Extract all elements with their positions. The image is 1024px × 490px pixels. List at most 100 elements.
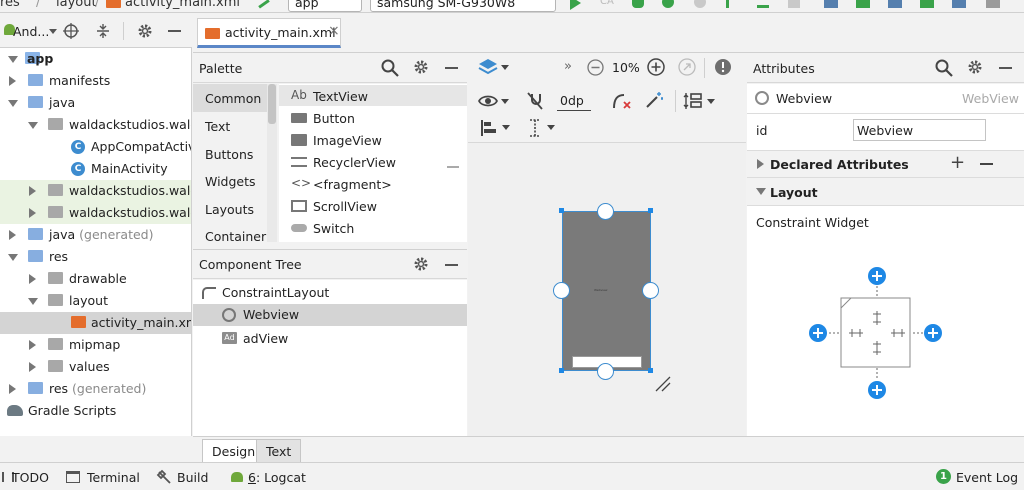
chevron-right-icon[interactable] xyxy=(29,274,36,284)
default-margin-field[interactable]: 0dp xyxy=(557,91,591,111)
palette-category-widgets[interactable]: Widgets xyxy=(205,174,256,189)
constraint-anchor-left[interactable] xyxy=(553,282,570,299)
magic-wand-icon[interactable] xyxy=(645,91,665,109)
layers-icon[interactable] xyxy=(478,58,498,76)
tree-item-package[interactable]: waldackstudios.waldac xyxy=(0,114,191,136)
add-constraint-left-icon[interactable] xyxy=(809,324,827,342)
attach-debugger-icon[interactable] xyxy=(694,0,706,8)
search-icon[interactable] xyxy=(381,59,399,77)
tab-text[interactable]: Text xyxy=(256,439,302,463)
tree-item-package-androidtest[interactable]: waldackstudios.waldac xyxy=(0,202,191,224)
chevron-down-icon[interactable] xyxy=(501,65,509,70)
tree-item-app[interactable]: app xyxy=(0,48,191,70)
hide-panel-icon[interactable] xyxy=(168,30,181,32)
constraint-anchor-top[interactable] xyxy=(597,203,614,220)
chevron-down-icon[interactable] xyxy=(547,125,555,130)
constraint-anchor-bottom[interactable] xyxy=(597,363,614,380)
chevron-down-icon[interactable] xyxy=(8,100,18,107)
hide-panel-icon[interactable] xyxy=(445,67,458,69)
download-icon[interactable] xyxy=(952,0,966,8)
gear-icon[interactable] xyxy=(413,59,429,75)
editor-tab-activity-main[interactable]: activity_main.xml × xyxy=(197,18,341,48)
chevron-right-icon[interactable] xyxy=(757,159,764,169)
build-button[interactable]: Build xyxy=(177,470,208,485)
device-preview[interactable]: Webview xyxy=(562,211,651,371)
terminal-button[interactable]: Terminal xyxy=(87,470,140,485)
chevron-right-icon[interactable] xyxy=(29,362,36,372)
declared-attributes-section[interactable]: Declared Attributes + xyxy=(747,151,1024,177)
tree-item-package-test[interactable]: waldackstudios.waldac xyxy=(0,180,191,202)
layout-section[interactable]: Layout xyxy=(747,178,1024,205)
tree-item-gradle-scripts[interactable]: Gradle Scripts xyxy=(0,400,191,422)
android-icon[interactable] xyxy=(920,0,934,8)
breadcrumb-res[interactable]: res xyxy=(0,0,20,10)
chevron-down-icon[interactable] xyxy=(756,188,766,195)
chevron-down-icon[interactable] xyxy=(8,254,18,261)
profile-icon[interactable] xyxy=(662,0,674,8)
clear-constraints-icon[interactable] xyxy=(612,92,632,110)
autoconnect-off-icon[interactable] xyxy=(526,91,544,111)
palette-categories-scrollbar[interactable] xyxy=(268,84,276,124)
more-chevron-icon[interactable]: » xyxy=(564,59,572,74)
constraint-widget[interactable] xyxy=(807,264,947,399)
tree-item-mainactivity[interactable]: C MainActivity xyxy=(0,158,191,180)
tree-item-res[interactable]: res xyxy=(0,246,191,268)
stop-icon[interactable] xyxy=(788,0,800,8)
add-constraint-bottom-icon[interactable] xyxy=(868,381,886,399)
palette-category-common[interactable]: Common xyxy=(205,91,261,106)
align-icon[interactable] xyxy=(480,119,498,137)
chevron-down-icon[interactable] xyxy=(8,56,18,63)
layout-inspector-icon[interactable] xyxy=(986,0,1000,8)
device-manager-icon[interactable] xyxy=(824,0,838,8)
resize-handle[interactable] xyxy=(648,368,653,373)
palette-category-container[interactable]: Container xyxy=(205,229,266,242)
breadcrumb-layout[interactable]: layout xyxy=(56,0,97,10)
add-constraint-right-icon[interactable] xyxy=(924,324,942,342)
event-log-button[interactable]: Event Log xyxy=(956,470,1018,485)
run-config-dropdown[interactable]: app xyxy=(288,0,362,12)
resize-handle[interactable] xyxy=(648,208,653,213)
device-dropdown[interactable]: samsung SM-G930W8 xyxy=(370,0,556,12)
chevron-down-icon[interactable] xyxy=(49,29,57,34)
chevron-down-icon[interactable] xyxy=(502,125,510,130)
search-icon[interactable] xyxy=(935,59,953,77)
debug-icon[interactable] xyxy=(632,0,644,8)
gear-icon[interactable] xyxy=(137,23,153,39)
close-icon[interactable]: × xyxy=(328,23,340,39)
component-node-adview[interactable]: Ad adView xyxy=(193,328,467,350)
chevron-right-icon[interactable] xyxy=(9,384,16,394)
tree-item-appcompatactivity[interactable]: C AppCompatActivit xyxy=(0,136,191,158)
chevron-down-icon[interactable] xyxy=(28,122,38,129)
palette-category-layouts[interactable]: Layouts xyxy=(205,202,254,217)
canvas-resize-grip-icon[interactable] xyxy=(654,375,672,393)
constraint-anchor-right[interactable] xyxy=(642,282,659,299)
design-canvas[interactable]: Webview xyxy=(468,143,746,436)
project-view-selector[interactable]: And... xyxy=(13,24,49,39)
zoom-in-icon[interactable] xyxy=(647,58,665,76)
zoom-out-icon[interactable] xyxy=(587,59,604,76)
component-node-webview[interactable]: Webview xyxy=(193,304,467,326)
tree-item-res-generated[interactable]: res (generated) xyxy=(0,378,191,400)
chevron-down-icon[interactable] xyxy=(28,298,38,305)
guidelines-icon[interactable] xyxy=(528,119,542,137)
tree-item-mipmap[interactable]: mipmap xyxy=(0,334,191,356)
apply-code-changes-icon[interactable] xyxy=(726,0,738,8)
zoom-to-fit-icon[interactable] xyxy=(678,58,696,76)
chevron-right-icon[interactable] xyxy=(29,208,36,218)
tree-item-java-generated[interactable]: java (generated) xyxy=(0,224,191,246)
eye-icon[interactable] xyxy=(478,94,498,108)
logcat-button[interactable]: 6: Logcat xyxy=(248,470,306,485)
tree-item-values[interactable]: values xyxy=(0,356,191,378)
warning-icon[interactable] xyxy=(714,58,732,76)
chevron-right-icon[interactable] xyxy=(29,340,36,350)
tree-item-activity-main[interactable]: activity_main.xml xyxy=(0,312,191,334)
pack-icon[interactable] xyxy=(683,91,703,111)
hide-panel-icon[interactable] xyxy=(445,264,458,266)
component-node-constraintlayout[interactable]: ConstraintLayout xyxy=(193,282,467,304)
chevron-down-icon[interactable] xyxy=(501,99,509,104)
collapse-all-icon[interactable] xyxy=(96,23,110,39)
run-icon[interactable] xyxy=(570,0,581,10)
todo-button[interactable]: TODO xyxy=(12,470,49,485)
breadcrumb-file[interactable]: activity_main.xml xyxy=(125,0,240,10)
palette-category-text[interactable]: Text xyxy=(205,119,230,134)
